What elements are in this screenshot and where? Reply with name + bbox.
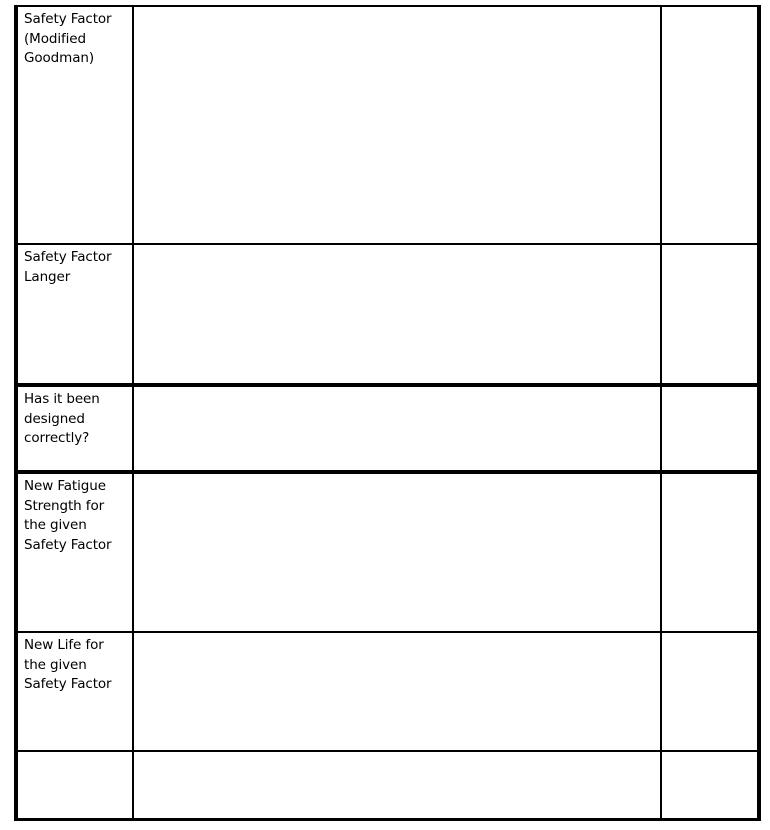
row-label: Has it been designed correctly?	[24, 391, 100, 447]
row-label: New Fatigue Strength for the given Safet…	[24, 478, 112, 553]
extra-cell[interactable]	[664, 752, 757, 818]
extra-cell[interactable]	[664, 7, 757, 243]
value-cell[interactable]	[136, 7, 662, 243]
table-row: Safety Factor Langer	[18, 245, 757, 383]
row-label: Safety Factor Langer	[24, 249, 112, 285]
extra-cell[interactable]	[664, 633, 757, 750]
table-row	[18, 752, 757, 818]
row-label: Safety Factor (Modified Goodman)	[24, 11, 112, 67]
row-label-cell: Safety Factor Langer	[18, 245, 134, 383]
table-row: New Life for the given Safety Factor	[18, 633, 757, 750]
table-row: New Fatigue Strength for the given Safet…	[18, 474, 757, 631]
value-cell[interactable]	[136, 245, 662, 383]
results-table: Safety Factor (Modified Goodman) Safety …	[14, 5, 761, 821]
extra-cell[interactable]	[664, 474, 757, 631]
value-cell[interactable]	[136, 387, 662, 470]
value-cell[interactable]	[136, 752, 662, 818]
value-cell[interactable]	[136, 474, 662, 631]
extra-cell[interactable]	[664, 387, 757, 470]
row-label-cell: New Fatigue Strength for the given Safet…	[18, 474, 134, 631]
table-row: Has it been designed correctly?	[18, 387, 757, 470]
row-label-cell: New Life for the given Safety Factor	[18, 633, 134, 750]
row-label-cell	[18, 752, 134, 818]
extra-cell[interactable]	[664, 245, 757, 383]
value-cell[interactable]	[136, 633, 662, 750]
table-row: Safety Factor (Modified Goodman)	[18, 7, 757, 243]
row-label-cell: Has it been designed correctly?	[18, 387, 134, 470]
row-label-cell: Safety Factor (Modified Goodman)	[18, 7, 134, 243]
row-label: New Life for the given Safety Factor	[24, 637, 112, 693]
